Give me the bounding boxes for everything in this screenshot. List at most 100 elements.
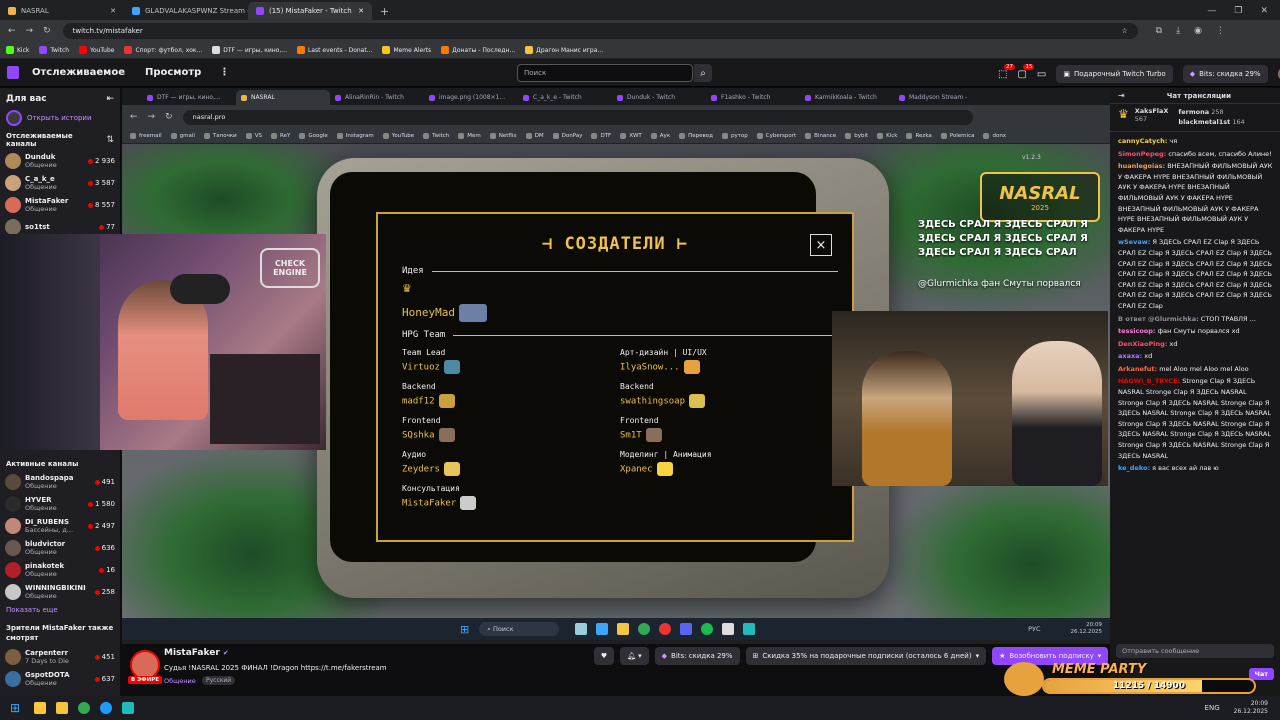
sidebar-channel[interactable]: bludvictor Общение 636 [0, 537, 120, 559]
chat-username[interactable]: ke_deko: [1118, 464, 1150, 472]
back-icon[interactable]: ← [8, 26, 16, 36]
notifications-toggle[interactable]: 🔔︎ ▾ [620, 647, 649, 665]
sidebar-channel[interactable]: WINNINGBIKINI Общение 258 [0, 581, 120, 603]
chat-username[interactable]: axaxa: [1118, 352, 1142, 360]
collapse-chat-icon[interactable]: ⇥ [1118, 91, 1125, 100]
prime-loot-icon[interactable]: ⬚ 27 [998, 63, 1015, 80]
credit-person[interactable]: Xpanec [620, 462, 820, 476]
bookmark[interactable]: Last events - Donat... [296, 46, 372, 54]
bookmark[interactable]: DTF — игры, кино,... [212, 46, 287, 54]
menu-icon[interactable]: ⋮ [1216, 26, 1225, 36]
nav-following-link[interactable]: Отслеживаемое [32, 67, 125, 78]
chat-username[interactable]: wSevaw: [1118, 238, 1150, 246]
credit-person[interactable]: Sm1T [620, 428, 820, 442]
bookmark-icon [489, 133, 496, 139]
close-icon[interactable]: ✕ [110, 7, 116, 15]
gift-turbo-button[interactable]: ▣ Подарочный Twitch Turbo [1056, 65, 1173, 83]
bookmark[interactable]: Донаты - Последн... [441, 46, 515, 54]
show-more-link[interactable]: Показать еще [0, 603, 120, 617]
taskbar-clock[interactable]: 20:09 26.12.2025 [1234, 700, 1268, 716]
chat-username[interactable]: Arkanefut: [1118, 365, 1157, 373]
profile-icon[interactable]: ◉ [1194, 26, 1202, 36]
notifications-icon[interactable]: ▢ 15 [1017, 63, 1035, 80]
streamer-name[interactable]: MistaFaker ✔ [164, 648, 229, 658]
app-icon[interactable] [122, 702, 135, 714]
sidebar-channel[interactable]: pinakotek Общение 16 [0, 559, 120, 581]
minimize-icon[interactable]: — [1207, 6, 1216, 16]
credit-person[interactable]: Virtuoz [402, 360, 602, 374]
maximize-icon[interactable]: ❐ [1234, 6, 1242, 16]
chat-username[interactable]: DenXiaoPing: [1118, 340, 1167, 348]
open-stories-button[interactable]: Открыть истории [0, 104, 120, 126]
channel-avatar [5, 219, 21, 235]
credit-person[interactable]: madf12 [402, 394, 602, 408]
new-tab-button[interactable]: + [372, 5, 397, 20]
channel-avatar [5, 584, 21, 600]
taskbar-lang[interactable]: ENG [1205, 704, 1220, 712]
credit-person[interactable]: IlyaSnow... [620, 360, 820, 374]
reload-icon[interactable]: ↻ [43, 26, 51, 36]
whispers-icon[interactable]: ▭ [1037, 69, 1046, 80]
chevron-down-icon: ▾ [1097, 652, 1102, 660]
extensions-icon[interactable]: ⧉ [1156, 26, 1162, 36]
bits-button[interactable]: ◆ Bits: скидка 29% [1182, 65, 1268, 83]
credit-person[interactable]: MistaFaker [402, 496, 602, 510]
sidebar-channel[interactable]: MistaFaker Общение 8 557 [0, 194, 120, 216]
collapse-icon[interactable]: ⇤ [106, 94, 114, 104]
inner-bookmark: XWT [620, 133, 642, 139]
credits-close-button[interactable]: × [810, 234, 832, 256]
idea-name[interactable]: HoneyMad [402, 304, 487, 322]
sidebar-channel[interactable]: Bandospapa Общение 491 [0, 471, 120, 493]
download-icon[interactable]: ⤓ [1176, 26, 1180, 36]
windows-start-icon[interactable]: ⊞ [10, 701, 20, 715]
steam-icon[interactable] [100, 702, 113, 714]
more-icon[interactable]: ⋮ [219, 67, 229, 78]
twitch-search-input[interactable]: Поиск [517, 64, 693, 82]
chat-username[interactable]: HAGWI_B_TRYCE: [1118, 377, 1180, 385]
outer-tab-2[interactable]: GLADVALAKASPWNZ Stream -✕ [124, 2, 248, 20]
chat-username[interactable]: В ответ @Glurmichka: [1118, 315, 1199, 323]
bookmark[interactable]: Meme Alerts [382, 46, 431, 54]
close-icon[interactable]: ✕ [358, 7, 364, 15]
twitch-logo-icon[interactable] [7, 66, 19, 79]
window-close-icon[interactable]: ✕ [1260, 6, 1268, 16]
sidebar-channel[interactable]: HYVER Общение 1 580 [0, 493, 120, 515]
gift-subs-button[interactable]: ⊞ Скидка 35% на подарочные подписки (оста… [745, 647, 987, 665]
nav-browse-link[interactable]: Просмотр [145, 67, 201, 78]
chat-username[interactable]: SimonPepeg: [1118, 150, 1166, 158]
credit-person[interactable]: swathingsoap [620, 394, 820, 408]
chat-username[interactable]: tessicoop: [1118, 327, 1156, 335]
credit-avatar [443, 462, 460, 476]
sidebar-channel[interactable]: C_a_k_e Общение 3 587 [0, 172, 120, 194]
bookmark[interactable]: Kick [6, 46, 29, 54]
tab-favicon-icon [241, 94, 247, 101]
bookmark[interactable]: Спорт: футбол, хок... [124, 46, 202, 54]
yandex-icon[interactable] [34, 702, 47, 714]
bookmark[interactable]: Twitch [39, 46, 69, 54]
stream-category[interactable]: Общение [164, 677, 196, 685]
chat-input[interactable]: Отправить сообщение [1116, 644, 1274, 658]
explorer-icon[interactable] [56, 702, 69, 714]
chrome-icon[interactable] [78, 702, 91, 714]
bookmark[interactable]: Драгон Манис игра... [525, 46, 603, 54]
language-tag[interactable]: Русский [202, 676, 236, 685]
credit-person[interactable]: SQshka [402, 428, 602, 442]
chat-username[interactable]: huanlegoias: [1118, 162, 1165, 170]
credit-name: swathingsoap [620, 396, 686, 407]
chat-username[interactable]: cannyCatych: [1118, 137, 1167, 145]
sort-icon[interactable]: ⇅ [106, 135, 114, 145]
follow-heart-button[interactable]: ♥ [594, 647, 614, 665]
sidebar-channel[interactable]: Dunduk Общение 2 936 [0, 150, 120, 172]
bits-discount-button[interactable]: ◆ Bits: скидка 29% [654, 647, 740, 665]
bookmark[interactable]: YouTube [79, 46, 114, 54]
outer-tab-3[interactable]: (15) MistaFaker - Twitch ✕ [248, 2, 372, 20]
sidebar-channel[interactable]: Carpenterr 7 Days to Die 451 [0, 646, 120, 668]
url-field[interactable]: twitch.tv/mistafaker ☆ [62, 23, 1138, 39]
search-icon[interactable]: ⌕ [694, 64, 712, 82]
sidebar-channel[interactable]: GspotDOTA Общение 637 [0, 668, 120, 690]
outer-tab-1[interactable]: NASRAL ✕ [0, 2, 124, 20]
forward-icon[interactable]: → [26, 26, 34, 36]
credit-person[interactable]: Zeyders [402, 462, 602, 476]
star-icon[interactable]: ☆ [1121, 27, 1127, 35]
sidebar-channel[interactable]: DI_RUBENS Бассейны, д... 2 497 [0, 515, 120, 537]
